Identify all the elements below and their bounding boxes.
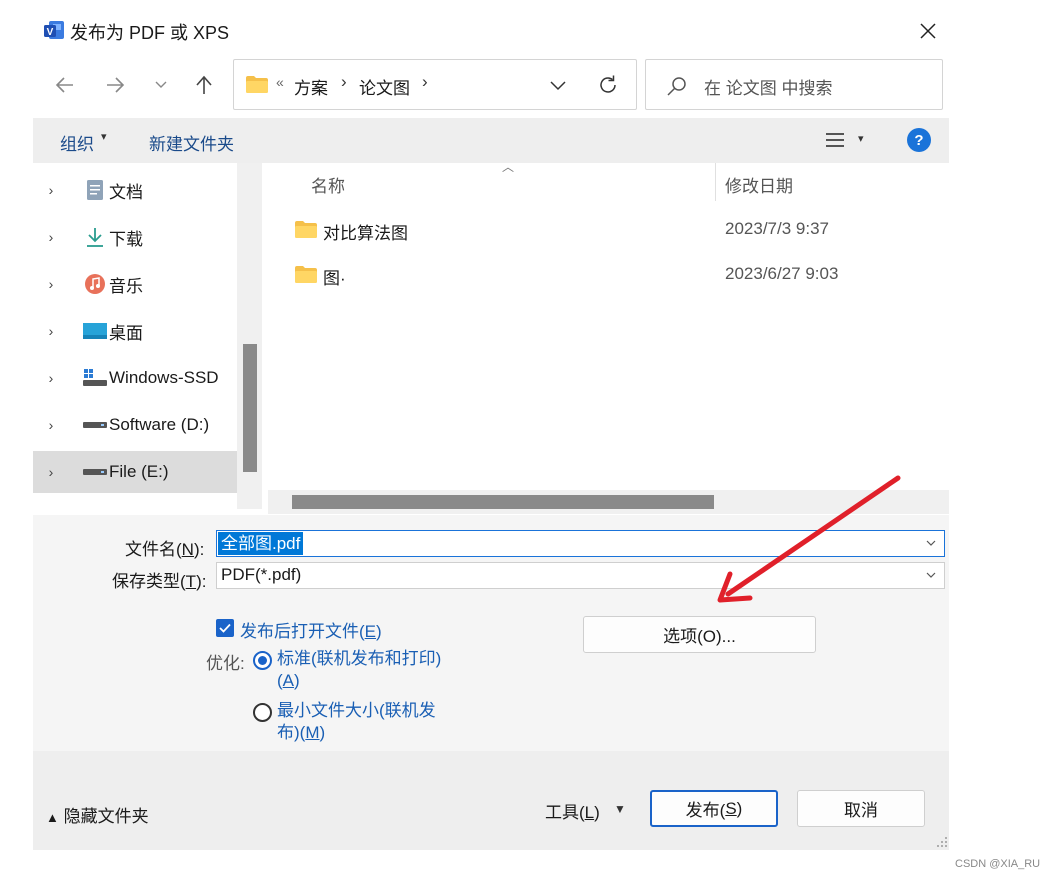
checkmark-icon bbox=[219, 623, 231, 633]
back-button[interactable] bbox=[48, 68, 82, 102]
breadcrumb-separator[interactable]: › bbox=[341, 72, 347, 92]
windows-drive-icon bbox=[83, 367, 107, 389]
sidebar-scrollbar-thumb[interactable] bbox=[243, 344, 257, 472]
caret-down-icon[interactable]: ▼ bbox=[614, 802, 626, 816]
folder-icon bbox=[295, 266, 317, 283]
horizontal-scrollbar-thumb[interactable] bbox=[292, 495, 714, 509]
chevron-right-icon[interactable]: › bbox=[33, 370, 69, 386]
optimize-minimum-radio[interactable] bbox=[253, 703, 272, 722]
file-name: 对比算法图 bbox=[323, 224, 408, 243]
optimize-minimum-label[interactable]: 最小文件大小(联机发 布)(M) bbox=[277, 700, 436, 744]
sort-ascending-icon: ︿ bbox=[502, 160, 515, 174]
up-button[interactable] bbox=[187, 68, 221, 102]
new-folder-button[interactable]: 新建文件夹 bbox=[149, 130, 234, 155]
navigation-pane: › 文档 › 下载 › 音乐 › 桌面 › Windows-SSD › Soft… bbox=[33, 163, 262, 509]
filetype-value: PDF(*.pdf) bbox=[221, 565, 302, 584]
address-dropdown-icon[interactable] bbox=[546, 74, 570, 96]
recent-locations-button[interactable] bbox=[144, 68, 178, 102]
address-bar[interactable]: « 方案 › 论文图 › bbox=[233, 59, 637, 110]
address-overflow[interactable]: « bbox=[276, 74, 284, 90]
drive-icon bbox=[83, 414, 107, 436]
chevron-right-icon[interactable]: › bbox=[33, 417, 69, 433]
view-options-icon[interactable] bbox=[825, 131, 845, 149]
file-date-modified: 2023/7/3 9:37 bbox=[725, 219, 829, 238]
chevron-right-icon[interactable]: › bbox=[33, 229, 69, 245]
sidebar-item-label: 文档 bbox=[109, 182, 143, 202]
music-icon bbox=[83, 273, 107, 295]
chevron-right-icon[interactable]: › bbox=[33, 276, 69, 292]
file-name: 图· bbox=[323, 269, 346, 288]
caret-down-icon[interactable]: ▾ bbox=[858, 132, 864, 145]
options-button[interactable]: 选项(O)... bbox=[583, 616, 816, 653]
sidebar-item-label: 桌面 bbox=[109, 323, 143, 343]
forward-arrow-icon bbox=[107, 77, 125, 93]
command-toolbar: 组织 ▾ 新建文件夹 ▾ ? bbox=[33, 118, 949, 163]
downloads-icon bbox=[83, 226, 107, 248]
column-divider[interactable] bbox=[715, 163, 716, 201]
tools-menu-button[interactable]: 工具(L) bbox=[545, 798, 600, 823]
search-placeholder: 在 论文图 中搜索 bbox=[704, 79, 833, 98]
sidebar-item-desktop[interactable]: › 桌面 bbox=[33, 310, 237, 352]
drive-icon bbox=[83, 461, 107, 483]
chevron-right-icon[interactable]: › bbox=[33, 323, 69, 339]
file-date-modified: 2023/6/27 9:03 bbox=[725, 264, 839, 283]
folder-icon bbox=[295, 221, 317, 238]
window-title: 发布为 PDF 或 XPS bbox=[70, 23, 230, 43]
close-icon bbox=[920, 23, 936, 39]
annotation-arrow-icon bbox=[717, 475, 901, 603]
column-header-date-modified[interactable]: 修改日期 bbox=[725, 172, 793, 197]
sidebar-item-documents[interactable]: › 文档 bbox=[33, 169, 237, 211]
help-icon[interactable]: ? bbox=[907, 128, 931, 152]
publish-button[interactable]: 发布(S) bbox=[650, 790, 778, 827]
open-after-publish-checkbox[interactable] bbox=[216, 619, 234, 637]
organize-menu-button[interactable]: 组织 bbox=[60, 130, 94, 155]
visio-app-icon: V bbox=[42, 18, 66, 42]
up-arrow-icon bbox=[196, 75, 212, 94]
optimize-label: 优化: bbox=[206, 654, 245, 673]
open-after-publish-label[interactable]: 发布后打开文件(E) bbox=[240, 617, 382, 642]
file-list-row[interactable]: 对比算法图 2023/7/3 9:37 bbox=[280, 209, 940, 251]
breadcrumb-item[interactable]: 论文图 bbox=[359, 74, 410, 99]
svg-text:V: V bbox=[47, 27, 54, 38]
column-header-name[interactable]: 名称 bbox=[311, 172, 345, 197]
watermark: CSDN @XIA_RU bbox=[955, 858, 1041, 870]
breadcrumb-separator[interactable]: › bbox=[422, 72, 428, 92]
filename-label: 文件名(N): bbox=[125, 540, 205, 559]
filename-value[interactable]: 全部图.pdf bbox=[218, 532, 304, 555]
chevron-right-icon[interactable]: › bbox=[33, 182, 69, 198]
forward-button[interactable] bbox=[98, 68, 132, 102]
sidebar-item-label: 音乐 bbox=[109, 276, 143, 296]
optimize-standard-label[interactable]: 标准(联机发布和打印) (A) bbox=[277, 648, 441, 692]
search-icon bbox=[667, 77, 686, 96]
hide-folders-button[interactable]: ▲ 隐藏文件夹 bbox=[46, 802, 149, 827]
desktop-icon bbox=[83, 320, 107, 342]
optimize-standard-radio[interactable] bbox=[253, 651, 272, 670]
chevron-down-icon[interactable] bbox=[924, 568, 938, 582]
breadcrumb-item[interactable]: 方案 bbox=[294, 74, 328, 99]
folder-icon bbox=[246, 76, 268, 93]
chevron-right-icon[interactable]: › bbox=[33, 464, 69, 480]
filetype-label: 保存类型(T): bbox=[112, 572, 207, 591]
sidebar-item-label: Software (D:) bbox=[109, 415, 210, 434]
caret-up-icon: ▲ bbox=[46, 810, 59, 825]
sidebar-item-music[interactable]: › 音乐 bbox=[33, 263, 237, 305]
sidebar-item-label: Windows-SSD bbox=[109, 368, 219, 387]
documents-icon bbox=[83, 179, 107, 201]
sidebar-item-file-e[interactable]: › File (E:) bbox=[33, 451, 237, 493]
sidebar-item-label: File (E:) bbox=[109, 462, 169, 481]
chevron-down-icon bbox=[155, 81, 167, 88]
file-list-row[interactable]: 图· 2023/6/27 9:03 bbox=[280, 254, 940, 296]
close-button[interactable] bbox=[910, 14, 946, 48]
sidebar-item-windows-ssd[interactable]: › Windows-SSD bbox=[33, 357, 237, 399]
back-arrow-icon bbox=[55, 77, 73, 93]
refresh-icon[interactable] bbox=[596, 73, 620, 97]
sidebar-item-software-d[interactable]: › Software (D:) bbox=[33, 404, 237, 446]
sidebar-item-label: 下载 bbox=[109, 229, 143, 249]
resize-grip-icon[interactable] bbox=[934, 834, 948, 848]
cancel-button[interactable]: 取消 bbox=[797, 790, 925, 827]
search-input[interactable]: 在 论文图 中搜索 bbox=[645, 59, 943, 110]
chevron-down-icon[interactable] bbox=[924, 536, 938, 550]
caret-down-icon: ▾ bbox=[101, 131, 107, 143]
sidebar-item-downloads[interactable]: › 下载 bbox=[33, 216, 237, 258]
